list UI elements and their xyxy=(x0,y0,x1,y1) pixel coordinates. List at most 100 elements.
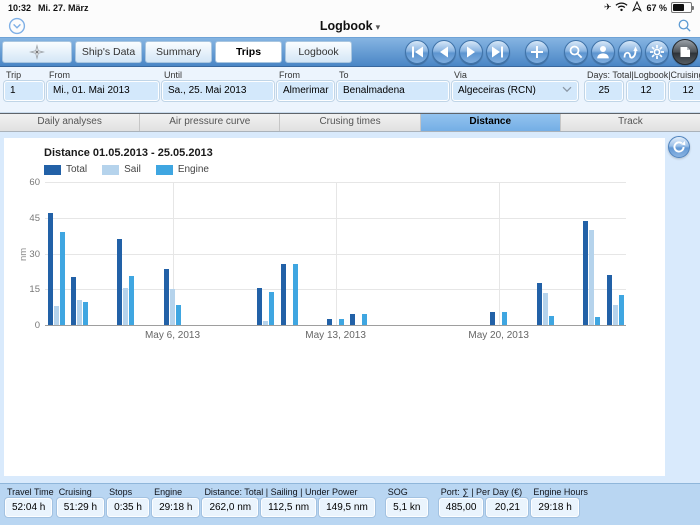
bar-total-2013-05-14 xyxy=(350,314,355,325)
bar-engine-2013-05-10 xyxy=(269,292,274,325)
toolbar-tab-ship-s-data[interactable]: Ship's Data xyxy=(75,41,142,63)
trip-value: Benalmadena xyxy=(343,82,443,100)
settings-icon xyxy=(648,43,666,61)
view-tab-crusing-times[interactable]: Crusing times xyxy=(280,114,420,131)
skip-last-button[interactable] xyxy=(486,40,510,64)
footer-values: 29:18 h xyxy=(531,498,588,517)
footer-value-port-per-day-1: 20,21 xyxy=(486,498,528,517)
footer-value-engine-hours-0: 29:18 h xyxy=(531,498,578,517)
footer-values: 51:29 h xyxy=(57,498,104,517)
y-tick-45: 45 xyxy=(10,213,40,224)
days-values: 251212 xyxy=(585,81,700,101)
footer-label: Cruising xyxy=(57,487,104,498)
bar-sail-2013-05-06 xyxy=(170,289,175,325)
x-tick-may-13-2013: May 13, 2013 xyxy=(291,330,381,341)
footer-group-sog: SOG5,1 kn xyxy=(386,487,428,517)
plus-icon xyxy=(528,43,546,61)
settings-button[interactable] xyxy=(645,40,669,64)
bar-total-2013-05-11 xyxy=(281,264,286,325)
footer-value-cruising-0: 51:29 h xyxy=(57,498,104,517)
toolbar-tab-logbook[interactable]: Logbook xyxy=(285,41,352,63)
skip-first-icon xyxy=(408,43,426,61)
bar-engine-2013-05-25 xyxy=(619,295,624,325)
bar-engine-2013-05-01 xyxy=(60,232,65,325)
bar-sail-2013-05-04 xyxy=(123,288,128,325)
view-tabs: Daily analysesAir pressure curveCrusing … xyxy=(0,113,700,132)
totals-bar: Travel Time52:04 hCruising51:29 hStops0:… xyxy=(0,483,700,525)
footer-label: Engine Hours xyxy=(531,487,588,498)
footer-values: 5,1 kn xyxy=(386,498,428,517)
bar-total-2013-05-04 xyxy=(117,239,122,325)
view-tab-distance[interactable]: Distance xyxy=(421,114,561,131)
view-tab-daily-analyses[interactable]: Daily analyses xyxy=(0,114,140,131)
footer-value-distance-total-sailing-under-power-2: 149,5 nm xyxy=(319,498,375,517)
bar-engine-2013-05-13 xyxy=(339,319,344,325)
toolbar-tabs: Ship's DataSummaryTripsLogbook xyxy=(75,41,355,63)
bar-sail-2013-05-10 xyxy=(263,321,268,325)
distance-chart-panel: Distance 01.05.2013 - 25.05.2013 TotalSa… xyxy=(4,138,665,476)
trip-column-trip-0: Trip1 xyxy=(4,70,44,101)
map-page-button[interactable] xyxy=(672,39,698,65)
bar-engine-2013-05-24 xyxy=(595,317,600,325)
search-button[interactable] xyxy=(564,40,588,64)
view-tab-air-pressure-curve[interactable]: Air pressure curve xyxy=(140,114,280,131)
toolbar-tab-summary[interactable]: Summary xyxy=(145,41,212,63)
next-button[interactable] xyxy=(459,40,483,64)
y-axis-label: nm xyxy=(18,247,29,260)
bar-total-2013-05-25 xyxy=(607,275,612,325)
prev-icon xyxy=(435,43,453,61)
prev-button[interactable] xyxy=(432,40,456,64)
trip-summary-bar: Trip1FromMi., 01. Mai 2013UntilSa., 25. … xyxy=(0,67,700,113)
user-button[interactable] xyxy=(591,40,615,64)
footer-group-port-per-day: Port: ∑ | Per Day (€)485,0020,21 xyxy=(439,487,529,517)
refresh-icon xyxy=(672,140,686,154)
footer-label: Engine xyxy=(152,487,199,498)
days-value-0: 25 xyxy=(585,81,623,101)
trip-field-via-5[interactable]: Algeceiras (RCN) xyxy=(452,81,578,101)
bar-engine-2013-05-06 xyxy=(176,305,181,325)
y-tick-15: 15 xyxy=(10,284,40,295)
footer-values: 262,0 nm112,5 nm149,5 nm xyxy=(202,498,374,517)
main-toolbar: Ship's DataSummaryTripsLogbook xyxy=(0,37,700,67)
next-icon xyxy=(462,43,480,61)
footer-value-distance-total-sailing-under-power-0: 262,0 nm xyxy=(202,498,258,517)
bar-sail-2013-05-02 xyxy=(77,300,82,325)
skip-first-button[interactable] xyxy=(405,40,429,64)
map-page-icon xyxy=(676,43,694,61)
bar-total-2013-05-02 xyxy=(71,277,76,325)
footer-label: Travel Time xyxy=(5,487,54,498)
bar-engine-2013-05-14 xyxy=(362,314,367,325)
footer-value-stops-0: 0:35 h xyxy=(107,498,149,517)
compass-button[interactable] xyxy=(2,41,72,63)
plus-button[interactable] xyxy=(525,40,549,64)
trip-column-until-2: UntilSa., 25. Mai 2013 xyxy=(162,70,274,101)
footer-value-sog-0: 5,1 kn xyxy=(386,498,428,517)
bar-engine-2013-05-02 xyxy=(83,302,88,325)
bar-total-2013-05-06 xyxy=(164,269,169,325)
trip-field-until-2: Sa., 25. Mai 2013 xyxy=(162,81,274,101)
dropdown-chevron-icon[interactable] xyxy=(562,82,572,100)
bar-engine-2013-05-20 xyxy=(502,312,507,325)
trip-field-to-4: Benalmadena xyxy=(337,81,449,101)
trip-column-days: Days: Total|Logbook|Cruising251212 xyxy=(585,70,700,101)
gridline-y-0 xyxy=(45,325,626,326)
bar-total-2013-05-13 xyxy=(327,319,332,325)
trip-column-from-1: FromMi., 01. Mai 2013 xyxy=(47,70,159,101)
page-title[interactable]: Logbook▾ xyxy=(0,19,700,33)
route-button[interactable] xyxy=(618,40,642,64)
trip-value: Algeceiras (RCN) xyxy=(458,82,562,100)
search-icon xyxy=(567,43,585,61)
footer-group-cruising: Cruising51:29 h xyxy=(57,487,104,517)
gridline-x-12 xyxy=(336,182,337,325)
trip-column-to-4: ToBenalmadena xyxy=(337,70,449,101)
footer-label: SOG xyxy=(386,487,428,498)
footer-group-engine: Engine29:18 h xyxy=(152,487,199,517)
view-tab-track[interactable]: Track xyxy=(561,114,700,131)
refresh-button[interactable] xyxy=(668,136,690,158)
bar-engine-2013-05-22 xyxy=(549,316,554,326)
bar-total-2013-05-01 xyxy=(48,213,53,325)
footer-label: Port: ∑ | Per Day (€) xyxy=(439,487,529,498)
bar-sail-2013-05-25 xyxy=(613,305,618,325)
x-tick-may-20-2013: May 20, 2013 xyxy=(454,330,544,341)
toolbar-tab-trips[interactable]: Trips xyxy=(215,41,282,63)
